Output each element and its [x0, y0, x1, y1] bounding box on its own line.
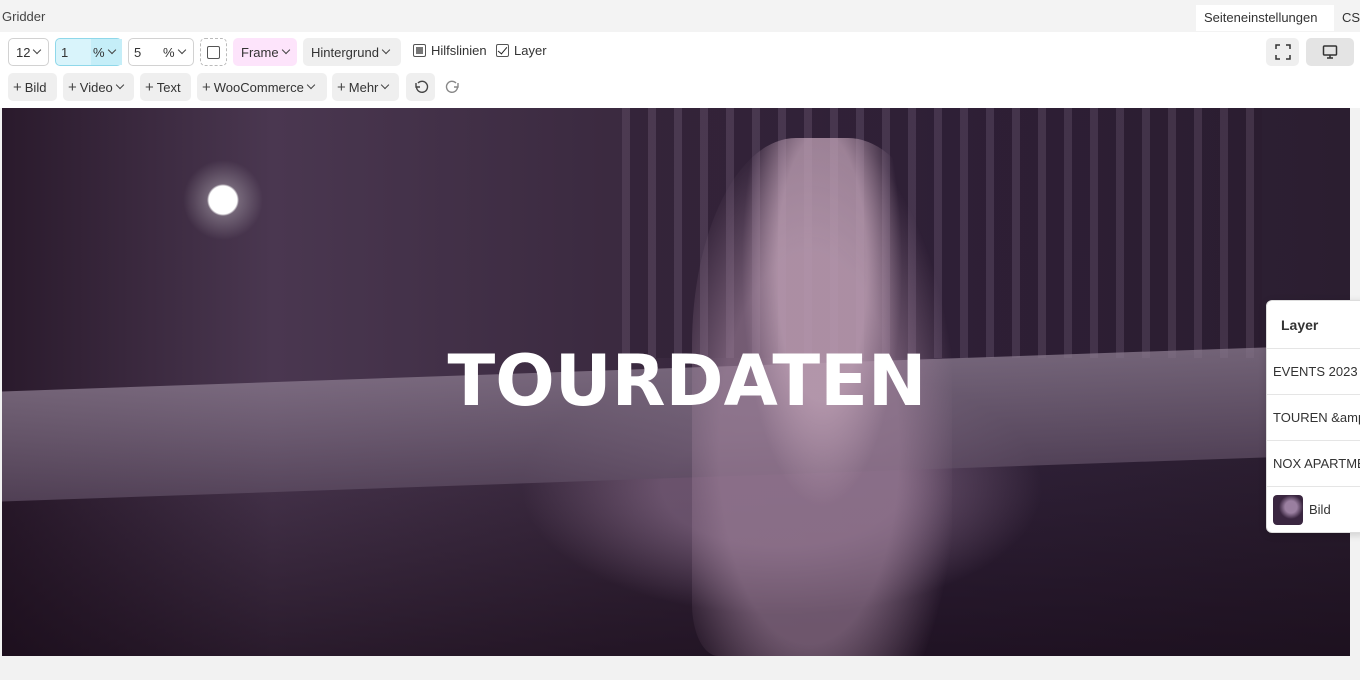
square-icon	[207, 45, 220, 59]
padding-unit: %	[163, 44, 175, 60]
add-more-label: Mehr	[348, 79, 379, 95]
background-label: Hintergrund	[311, 44, 379, 60]
redo-button[interactable]	[438, 73, 467, 101]
layer-item-label: NOX APARTMENT	[1273, 455, 1360, 471]
undo-button[interactable]	[406, 73, 435, 101]
desktop-icon	[1322, 45, 1338, 59]
add-text-button[interactable]: + Text	[140, 73, 191, 101]
layer-item[interactable]: Bild	[1267, 487, 1360, 532]
gap-unit-select[interactable]: %	[91, 39, 122, 65]
frame-label: Frame	[241, 44, 279, 60]
layer-panel-title: Layer	[1267, 301, 1360, 349]
layer-item[interactable]: TOUREN &amp;	[1267, 395, 1360, 441]
toolbar: 12 1 % 5 % Frame Hintergrund Hilfslinien…	[0, 32, 1360, 108]
tab-css[interactable]: CS	[1334, 5, 1360, 31]
bottom-strip	[0, 656, 1360, 680]
add-image-button[interactable]: + Bild	[8, 73, 57, 101]
add-more-button[interactable]: + Mehr	[332, 73, 399, 101]
chevron-down-icon	[381, 45, 391, 55]
plus-icon: +	[13, 78, 22, 96]
chevron-down-icon	[33, 45, 42, 55]
layer-item-label: EVENTS 2023	[1273, 363, 1358, 379]
checkbox-icon	[413, 44, 426, 57]
undo-icon	[414, 80, 428, 93]
chevron-down-icon	[107, 45, 116, 55]
layer-item-label: Bild	[1309, 502, 1331, 517]
chevron-down-icon	[306, 80, 316, 90]
desktop-view-button[interactable]	[1306, 38, 1354, 66]
guides-checkbox[interactable]: Hilfslinien	[413, 43, 487, 58]
layer-label: Layer	[514, 43, 547, 58]
redo-icon	[445, 80, 459, 93]
add-image-label: Bild	[24, 79, 47, 95]
plus-icon: +	[145, 78, 154, 96]
plus-icon: +	[68, 78, 77, 96]
columns-value: 12	[16, 44, 31, 60]
chevron-down-icon	[381, 80, 390, 90]
app-title: Gridder	[2, 9, 46, 24]
gap-input[interactable]: 1 %	[55, 38, 122, 66]
padding-value: 5	[134, 44, 142, 60]
add-text-label: Text	[156, 79, 181, 95]
design-canvas[interactable]: TOURDATEN	[2, 108, 1350, 656]
fullscreen-icon	[1274, 44, 1291, 60]
checkbox-checked-icon	[496, 44, 509, 57]
layer-item[interactable]: EVENTS 2023	[1267, 349, 1360, 395]
layer-item[interactable]: NOX APARTMENT	[1267, 441, 1360, 487]
padding-input[interactable]: 5 %	[128, 38, 194, 66]
guides-label: Hilfslinien	[431, 43, 487, 58]
add-video-button[interactable]: + Video	[63, 73, 134, 101]
layer-panel: Layer EVENTS 2023 TOUREN &amp; NOX APART…	[1266, 300, 1360, 533]
frame-toggle-button[interactable]	[200, 38, 227, 66]
add-video-label: Video	[79, 79, 113, 95]
add-woocommerce-label: WooCommerce	[213, 79, 304, 95]
chevron-down-icon	[115, 80, 125, 90]
fullscreen-button[interactable]	[1266, 38, 1299, 66]
padding-unit-select[interactable]: %	[163, 39, 186, 65]
columns-select[interactable]: 12	[8, 38, 49, 66]
background-dropdown[interactable]: Hintergrund	[303, 38, 401, 66]
frame-dropdown[interactable]: Frame	[233, 38, 297, 66]
layer-item-label: TOUREN &amp;	[1273, 409, 1360, 425]
tab-page-settings[interactable]: Seiteneinstellungen	[1196, 5, 1334, 31]
image-thumbnail	[1273, 495, 1303, 525]
app-window: Gridder Seiteneinstellungen CS 12 1 % 5 …	[0, 0, 1360, 680]
hero-headline[interactable]: TOURDATEN	[2, 340, 1350, 422]
chevron-down-icon	[281, 45, 290, 55]
title-bar: Gridder Seiteneinstellungen CS	[0, 0, 1360, 32]
gap-unit: %	[93, 44, 105, 60]
add-woocommerce-button[interactable]: + WooCommerce	[197, 73, 327, 101]
layer-checkbox[interactable]: Layer	[496, 43, 547, 58]
chevron-down-icon	[177, 45, 186, 55]
plus-icon: +	[202, 78, 211, 96]
gap-value: 1	[61, 44, 69, 60]
plus-icon: +	[337, 78, 346, 96]
